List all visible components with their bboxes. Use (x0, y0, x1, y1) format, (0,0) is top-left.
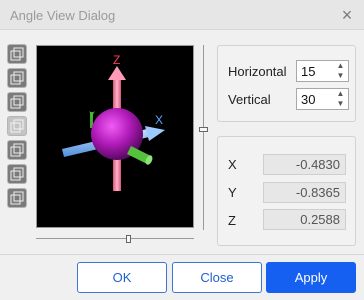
view-bottom-button[interactable] (7, 140, 27, 160)
y-axis-label: Y (89, 110, 95, 120)
view-cube-icon (10, 191, 24, 205)
view-top-button[interactable] (7, 44, 27, 64)
z-coord-label: Z (228, 213, 236, 228)
x-arrowhead (145, 126, 165, 141)
horizontal-spinbox[interactable]: 15 ▲ ▼ (296, 60, 349, 82)
title-bar: Angle View Dialog × (0, 0, 364, 30)
spin-up-icon[interactable]: ▲ (336, 90, 345, 98)
view-cube-icon (10, 143, 24, 157)
ok-button[interactable]: OK (77, 262, 167, 293)
z-arrowhead (108, 66, 126, 80)
vertical-value: 30 (301, 92, 316, 107)
view-front-button[interactable] (7, 68, 27, 88)
spin-up-icon[interactable]: ▲ (336, 62, 345, 70)
3d-viewport[interactable]: Z X Y (36, 45, 194, 228)
horizontal-slider-handle[interactable] (126, 235, 131, 243)
horizontal-value: 15 (301, 64, 316, 79)
angle-group (217, 45, 356, 122)
vertical-slider-track[interactable] (203, 45, 204, 230)
view-cube-icon (10, 47, 24, 61)
y-coord-label: Y (228, 185, 237, 200)
x-axis-label: X (155, 113, 163, 127)
x-coord-label: X (228, 157, 237, 172)
vertical-spinbox[interactable]: 30 ▲ ▼ (296, 88, 349, 110)
view-reset-button[interactable] (7, 188, 27, 208)
close-icon[interactable]: × (338, 6, 356, 24)
close-button[interactable]: Close (172, 262, 262, 293)
y-coord-field: -0.8365 (263, 182, 346, 203)
window-title: Angle View Dialog (10, 8, 116, 23)
x-coord-field: -0.4830 (263, 154, 346, 175)
z-coord-field: 0.2588 (263, 209, 346, 230)
vertical-label: Vertical (228, 92, 271, 107)
axes-gizmo: Z X Y (62, 53, 165, 191)
view-cube-icon (10, 71, 24, 85)
horizontal-slider-track[interactable] (36, 238, 194, 239)
view-cube-icon (10, 119, 24, 133)
vertical-slider-handle[interactable] (199, 127, 208, 132)
view-back-button[interactable] (7, 164, 27, 184)
z-axis-label: Z (113, 53, 120, 67)
view-iso-button[interactable] (7, 116, 27, 136)
view-toolbar (7, 44, 29, 212)
spin-down-icon[interactable]: ▼ (336, 72, 345, 80)
spin-down-icon[interactable]: ▼ (336, 100, 345, 108)
footer-divider (0, 254, 364, 255)
view-side-button[interactable] (7, 92, 27, 112)
view-cube-icon (10, 167, 24, 181)
horizontal-label: Horizontal (228, 64, 287, 79)
apply-button[interactable]: Apply (266, 262, 356, 293)
view-cube-icon (10, 95, 24, 109)
